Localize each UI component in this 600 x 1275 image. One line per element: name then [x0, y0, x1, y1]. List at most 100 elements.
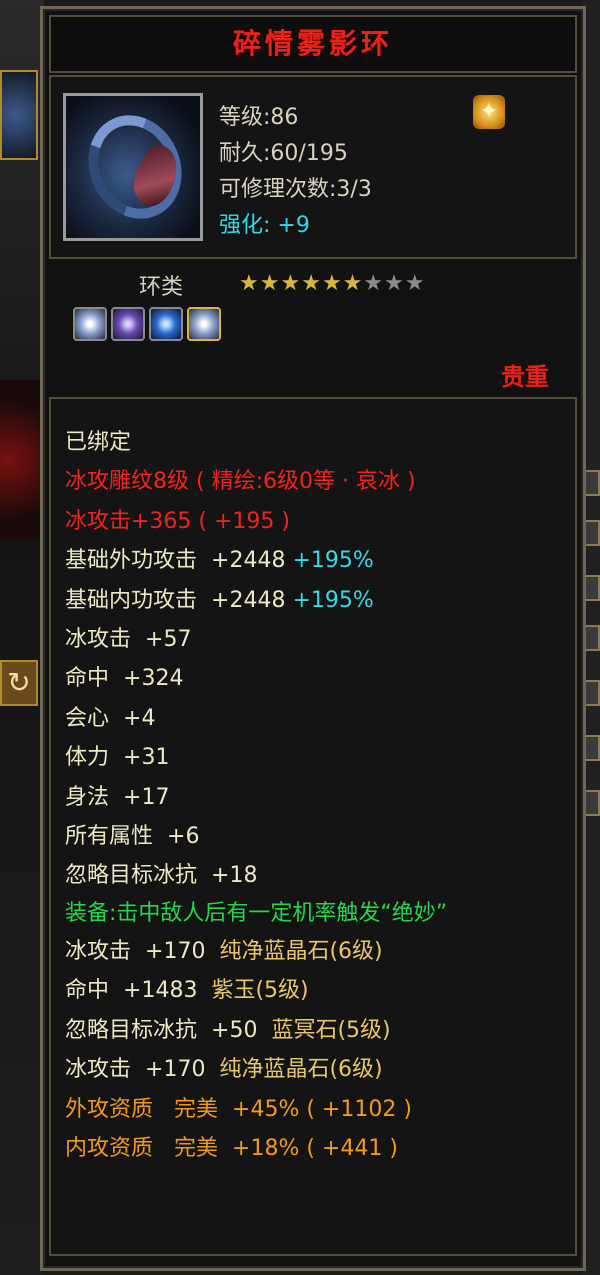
- equip-effect: 装备:击中敌人后有一定机率触发“绝妙”: [65, 900, 448, 926]
- item-rarity: 贵重: [501, 363, 549, 391]
- item-tooltip: 碎情雾影环 等级:86 耐久:60/195 可修理次数:3/3 强化: +9 ✦…: [40, 6, 586, 1271]
- background-art: [0, 380, 40, 540]
- gem-value: +170: [145, 1057, 206, 1083]
- enhance-value: +9: [277, 213, 310, 238]
- stat-label: 命中: [65, 666, 110, 692]
- gem-name: 蓝冥石(5级): [271, 1017, 391, 1043]
- gem-name: 纯净蓝晶石(6级): [219, 938, 383, 964]
- item-title-bar: 碎情雾影环: [49, 15, 577, 73]
- aptitude-grade: 完美: [174, 1135, 219, 1161]
- ring-icon: [71, 99, 199, 235]
- stat-value: +17: [123, 784, 170, 810]
- stat-label: 所有属性: [65, 824, 154, 850]
- stat-value: +4: [123, 705, 156, 731]
- background-slot: [584, 790, 600, 816]
- stat-value: +18: [211, 863, 258, 889]
- gem-name: 紫玉(5级): [211, 978, 309, 1004]
- engrave-line: 冰攻雕纹8级 ( 精绘:6级0等 · 哀冰 ): [65, 469, 416, 495]
- bound-status: 已绑定: [65, 430, 132, 455]
- background-portrait-frame: [0, 70, 38, 160]
- gem-value: +1483: [123, 978, 198, 1004]
- stat-value: +6: [167, 824, 200, 850]
- stat-label: 身法: [65, 784, 110, 810]
- item-enhance: 强化: +9: [219, 207, 310, 239]
- attr-percent: +195%: [292, 587, 374, 613]
- enhance-label: 强化:: [219, 213, 271, 238]
- item-type: 环类: [139, 275, 184, 300]
- item-level: 等级:86: [219, 105, 299, 130]
- background-slot: [584, 625, 600, 651]
- base-internal-attack: 基础内功攻击 +2448 +195%: [65, 581, 565, 620]
- stat-label: 体力: [65, 745, 110, 771]
- star-empty-icon: ★: [404, 271, 426, 296]
- star-filled-icon: ★: [280, 271, 302, 296]
- gem-line: 命中 +1483 紫玉(5级): [65, 971, 565, 1010]
- stat-label: 忽略目标冰抗: [65, 863, 198, 889]
- ice-attack-line: 冰攻击+365 ( +195 ): [65, 508, 290, 534]
- star-filled-icon: ★: [342, 271, 364, 296]
- rune-icon: ✦: [473, 95, 505, 129]
- stat-line: 体力 +31: [65, 738, 565, 777]
- star-empty-icon: ★: [384, 271, 405, 296]
- star-empty-icon: ★: [363, 271, 385, 296]
- stat-line: 冰攻击 +57: [65, 620, 565, 659]
- gem-sockets: [73, 307, 225, 341]
- aptitude-line: 内攻资质 完美 +18% ( +441 ): [65, 1129, 565, 1168]
- background-slot: [584, 470, 600, 496]
- background-refresh-button[interactable]: ↻: [0, 660, 38, 706]
- stat-line: 会心 +4: [65, 699, 565, 738]
- star-rating: ★★★★★★★★★: [239, 271, 426, 296]
- background-slot: [584, 680, 600, 706]
- item-type-panel: 环类 ★★★★★★★★★ 贵重: [49, 261, 577, 391]
- base-external-attack: 基础外功攻击 +2448 +195%: [65, 541, 565, 580]
- aptitude-line: 外攻资质 完美 +45% ( +1102 ): [65, 1090, 565, 1129]
- aptitude-label: 外攻资质: [65, 1096, 154, 1122]
- star-filled-icon: ★: [301, 271, 322, 296]
- gem-stat: 命中: [65, 978, 110, 1004]
- gem-name: 纯净蓝晶石(6级): [219, 1057, 383, 1083]
- aptitude-grade: 完美: [174, 1096, 219, 1122]
- stat-label: 冰攻击: [65, 627, 132, 653]
- item-icon: [63, 93, 203, 241]
- stat-value: +31: [123, 745, 170, 771]
- background-slot: [584, 575, 600, 601]
- gem-socket-icon: [111, 307, 145, 341]
- stat-line: 命中 +324: [65, 659, 565, 698]
- star-filled-icon: ★: [259, 271, 281, 296]
- stat-value: +324: [123, 666, 184, 692]
- attr-label: 基础内功攻击: [65, 587, 198, 613]
- item-repairs: 可修理次数:3/3: [219, 177, 372, 202]
- stat-label: 会心: [65, 705, 110, 731]
- aptitude-value: +45% ( +1102 ): [232, 1096, 412, 1122]
- attr-label: 基础外功攻击: [65, 548, 198, 574]
- attr-value: +2448: [211, 587, 286, 613]
- item-durability: 耐久:60/195: [219, 141, 348, 166]
- gem-socket-icon: [187, 307, 221, 341]
- item-info-panel: 等级:86 耐久:60/195 可修理次数:3/3 强化: +9 ✦: [49, 75, 577, 259]
- gem-stat: 冰攻击: [65, 1057, 132, 1083]
- stat-value: +57: [145, 627, 192, 653]
- gem-socket-icon: [73, 307, 107, 341]
- gem-stat: 冰攻击: [65, 938, 132, 964]
- gem-stat: 忽略目标冰抗: [65, 1017, 198, 1043]
- aptitude-value: +18% ( +441 ): [232, 1135, 398, 1161]
- attr-percent: +195%: [292, 548, 374, 574]
- background-slot: [584, 520, 600, 546]
- gem-line: 冰攻击 +170 纯净蓝晶石(6级): [65, 932, 565, 971]
- stat-line: 身法 +17: [65, 778, 565, 817]
- stat-line: 所有属性 +6: [65, 817, 565, 856]
- gem-line: 冰攻击 +170 纯净蓝晶石(6级): [65, 1050, 565, 1089]
- background-left-panel: ↻: [0, 0, 44, 1275]
- star-filled-icon: ★: [239, 271, 260, 296]
- item-attributes-panel: 已绑定 冰攻雕纹8级 ( 精绘:6级0等 · 哀冰 ) 冰攻击+365 ( +1…: [49, 397, 577, 1256]
- attr-value: +2448: [211, 548, 286, 574]
- stat-line: 忽略目标冰抗 +18: [65, 856, 565, 895]
- gem-value: +50: [211, 1017, 258, 1043]
- star-filled-icon: ★: [321, 271, 343, 296]
- background-slot: [584, 735, 600, 761]
- gem-line: 忽略目标冰抗 +50 蓝冥石(5级): [65, 1011, 565, 1050]
- gem-value: +170: [145, 938, 206, 964]
- item-name: 碎情雾影环: [232, 27, 393, 60]
- gem-socket-icon: [149, 307, 183, 341]
- aptitude-label: 内攻资质: [65, 1135, 154, 1161]
